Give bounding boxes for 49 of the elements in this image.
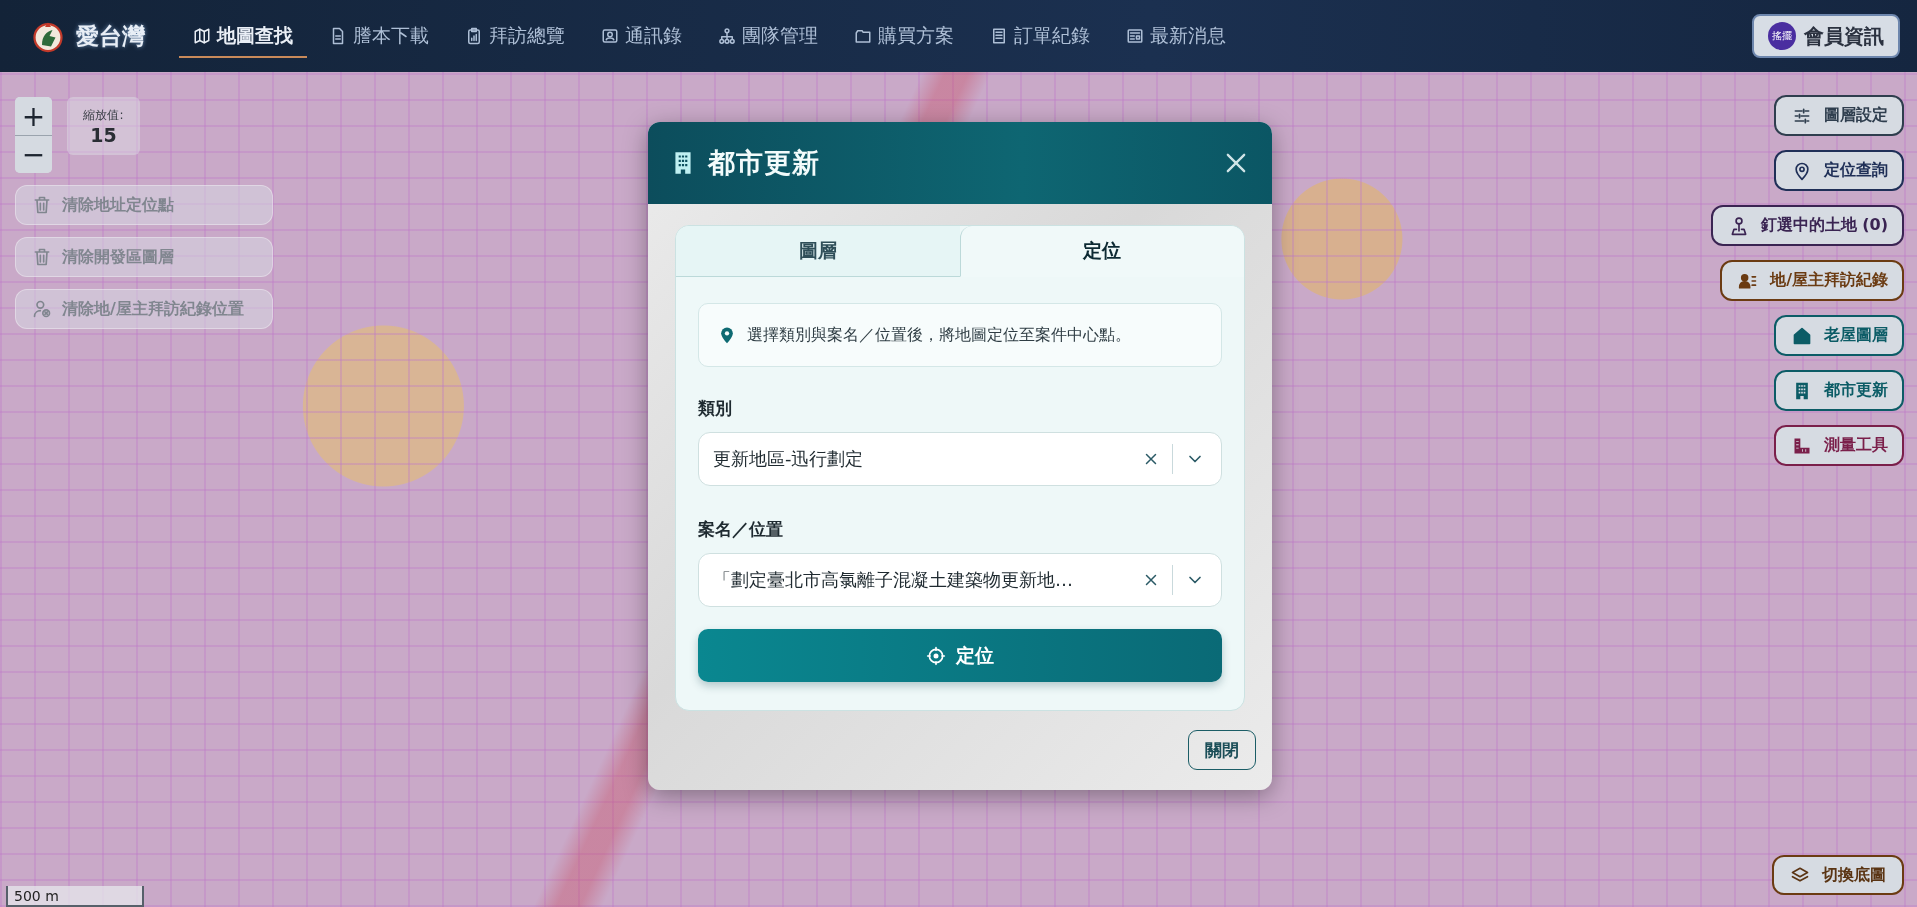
location-pin-icon [1792, 160, 1812, 181]
select-field[interactable]: 更新地區-迅行劃定 [698, 432, 1222, 486]
panel-tab[interactable]: 圖層 [676, 226, 960, 277]
user-remove-icon [32, 299, 52, 319]
nav-tab[interactable]: 通訊錄 [583, 0, 700, 72]
select-value: 更新地區-迅行劃定 [713, 447, 865, 471]
basemap-button[interactable]: 切換底圖 [1772, 855, 1904, 895]
layers-icon [1790, 865, 1810, 885]
receipt-icon [990, 27, 1008, 45]
field-label: 案名／位置 [698, 518, 784, 541]
contact-card-icon [601, 27, 619, 45]
map-tool-button[interactable]: 老屋圖層 [1774, 315, 1904, 356]
select-field[interactable]: 「劃定臺北市高氯離子混凝土建築物更新地… [698, 553, 1222, 607]
locate-button[interactable]: 定位 [698, 629, 1222, 682]
zoom-out-button[interactable]: − [15, 135, 52, 173]
map-tool-button[interactable]: 圖層設定 [1774, 95, 1904, 136]
scale-bar: 500 m [6, 886, 144, 907]
nav-tab[interactable]: 購買方案 [836, 0, 972, 72]
trash-icon [32, 195, 52, 215]
panel-tab[interactable]: 定位 [959, 226, 1244, 277]
brand-name: 愛台灣 [76, 21, 145, 51]
nav-tab[interactable]: 地圖查找 [175, 0, 311, 72]
map-tool-button[interactable]: 釘選中的土地 (0) [1710, 205, 1904, 246]
hierarchy-icon [718, 27, 736, 45]
nav-tab[interactable]: 團隊管理 [700, 0, 836, 72]
member-info-button[interactable]: 搖擺 會員資訊 [1752, 14, 1900, 58]
nav-tab[interactable]: 謄本下載 [311, 0, 447, 72]
house-icon [1792, 325, 1812, 346]
close-dialog-button[interactable]: 關閉 [1188, 730, 1256, 770]
folder-icon [854, 27, 872, 45]
map-tool-button[interactable]: 都市更新 [1774, 370, 1904, 411]
nav-tab[interactable]: 訂單紀錄 [972, 0, 1108, 72]
map-tool-button[interactable]: 測量工具 [1774, 425, 1904, 466]
zoom-label: 縮放值: [83, 106, 124, 124]
nav-tab[interactable]: 拜訪總覽 [447, 0, 583, 72]
map-tool-button[interactable]: 地/屋主拜訪紀錄 [1720, 260, 1904, 301]
map-icon [193, 27, 211, 45]
dialog-title: 都市更新 [708, 146, 821, 180]
clipboard-chart-icon [465, 27, 483, 45]
map-tool-button[interactable]: 定位查詢 [1774, 150, 1904, 191]
field-label: 類別 [698, 397, 733, 420]
avatar: 搖擺 [1768, 22, 1796, 50]
hint-text: 選擇類別與案名／位置後，將地圖定位至案件中心點。 [747, 324, 1131, 346]
trash-icon [32, 247, 52, 267]
select-value: 「劃定臺北市高氯離子混凝土建築物更新地… [713, 568, 1074, 592]
crosshair-icon [926, 645, 946, 666]
nav-tab[interactable]: 最新消息 [1108, 0, 1244, 72]
zoom-value: 15 [90, 123, 117, 146]
newspaper-icon [1126, 27, 1144, 45]
